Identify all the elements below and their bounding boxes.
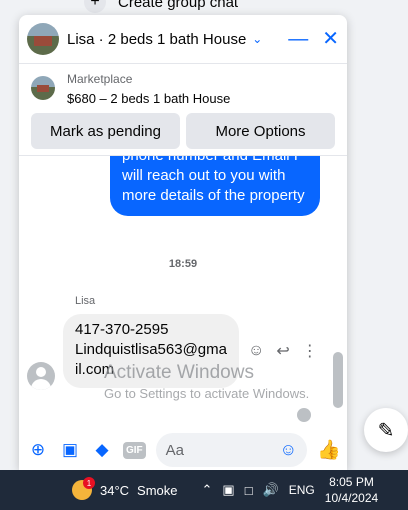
incoming-email: Lindquistlisa563@gmail.com <box>75 341 227 378</box>
seen-avatar <box>297 408 311 422</box>
plus-circle-icon[interactable]: ⊕ <box>27 440 49 460</box>
listing-description[interactable]: $680 – 2 beds 1 bath House <box>67 91 230 106</box>
clock[interactable]: 8:05 PM 10/4/2024 <box>325 474 378 506</box>
chevron-up-icon[interactable]: ⌃ <box>202 482 213 498</box>
chat-title-text: Lisa · 2 beds 1 bath House <box>67 30 247 48</box>
listing-avatar[interactable] <box>27 23 59 55</box>
volume-icon[interactable]: 🔊 <box>263 482 279 498</box>
outgoing-message: phone number and Email I will reach out … <box>110 156 320 216</box>
sender-name: Lisa <box>75 295 96 307</box>
marketplace-panel: Marketplace $680 – 2 beds 1 bath House M… <box>19 63 347 155</box>
minimize-icon[interactable]: — <box>288 29 308 49</box>
mark-as-pending-button[interactable]: Mark as pending <box>31 113 180 149</box>
weather-icon: 1 <box>72 477 95 500</box>
chevron-down-icon[interactable]: ⌄ <box>252 32 262 46</box>
weather-badge: 1 <box>83 477 95 489</box>
message-input[interactable]: Aa ☺ <box>155 433 307 467</box>
taskbar: 1 34°C Smoke ⌃ ▣ □ 🔊 ENG 8:05 PM 10/4/20… <box>0 470 408 510</box>
composer-bar: ⊕ ▣ ◆ GIF Aa ☺ 👍 <box>19 430 347 470</box>
thumbs-up-icon[interactable]: 👍 <box>317 438 341 462</box>
message-placeholder: Aa <box>165 441 185 459</box>
system-tray: ⌃ ▣ □ 🔊 ENG <box>202 482 315 498</box>
marketplace-label: Marketplace <box>67 72 133 86</box>
chat-title[interactable]: Lisa · 2 beds 1 bath House ⌄ <box>67 31 262 48</box>
gif-icon[interactable]: GIF <box>123 441 146 459</box>
weather-widget[interactable]: 1 34°C Smoke <box>72 477 178 500</box>
message-timestamp: 18:59 <box>168 258 198 270</box>
scrollbar[interactable] <box>333 352 343 408</box>
react-icon[interactable]: ☺ <box>248 342 264 360</box>
language-indicator[interactable]: ENG <box>289 483 315 497</box>
network-icon[interactable]: □ <box>245 483 253 498</box>
create-group-chat-label: Create group chat <box>118 0 239 11</box>
weather-condition: Smoke <box>137 482 178 498</box>
compose-icon: ✎ <box>377 419 395 442</box>
emoji-icon[interactable]: ☺ <box>280 440 297 460</box>
sticker-icon[interactable]: ◆ <box>91 440 113 460</box>
close-icon[interactable]: ✕ <box>322 29 339 49</box>
chat-header: Lisa · 2 beds 1 bath House ⌄ — ✕ <box>19 15 347 63</box>
more-options-button[interactable]: More Options <box>186 113 335 149</box>
chat-window: Lisa · 2 beds 1 bath House ⌄ — ✕ Marketp… <box>19 15 347 470</box>
temperature: 34°C <box>100 482 130 498</box>
message-list[interactable]: phone number and Email I will reach out … <box>19 155 347 430</box>
clock-time: 8:05 PM <box>329 475 374 489</box>
plus-icon: + <box>84 0 106 13</box>
incoming-phone: 417-370-2595 <box>75 321 169 338</box>
photo-icon[interactable]: ▣ <box>59 440 81 460</box>
new-message-button[interactable]: ✎ <box>364 408 408 452</box>
reply-icon[interactable]: ↩ <box>276 341 289 361</box>
listing-thumbnail[interactable] <box>31 76 55 100</box>
message-actions: ☺ ↩ ⋮ <box>248 341 318 361</box>
create-group-chat-row[interactable]: + Create group chat <box>84 0 239 13</box>
clock-date: 10/4/2024 <box>324 491 379 505</box>
app-tray-icon[interactable]: ▣ <box>222 482 234 498</box>
more-icon[interactable]: ⋮ <box>302 341 318 361</box>
incoming-message: 417-370-2595 Lindquistlisa563@gmail.com <box>63 314 239 388</box>
sender-avatar[interactable] <box>27 362 55 390</box>
